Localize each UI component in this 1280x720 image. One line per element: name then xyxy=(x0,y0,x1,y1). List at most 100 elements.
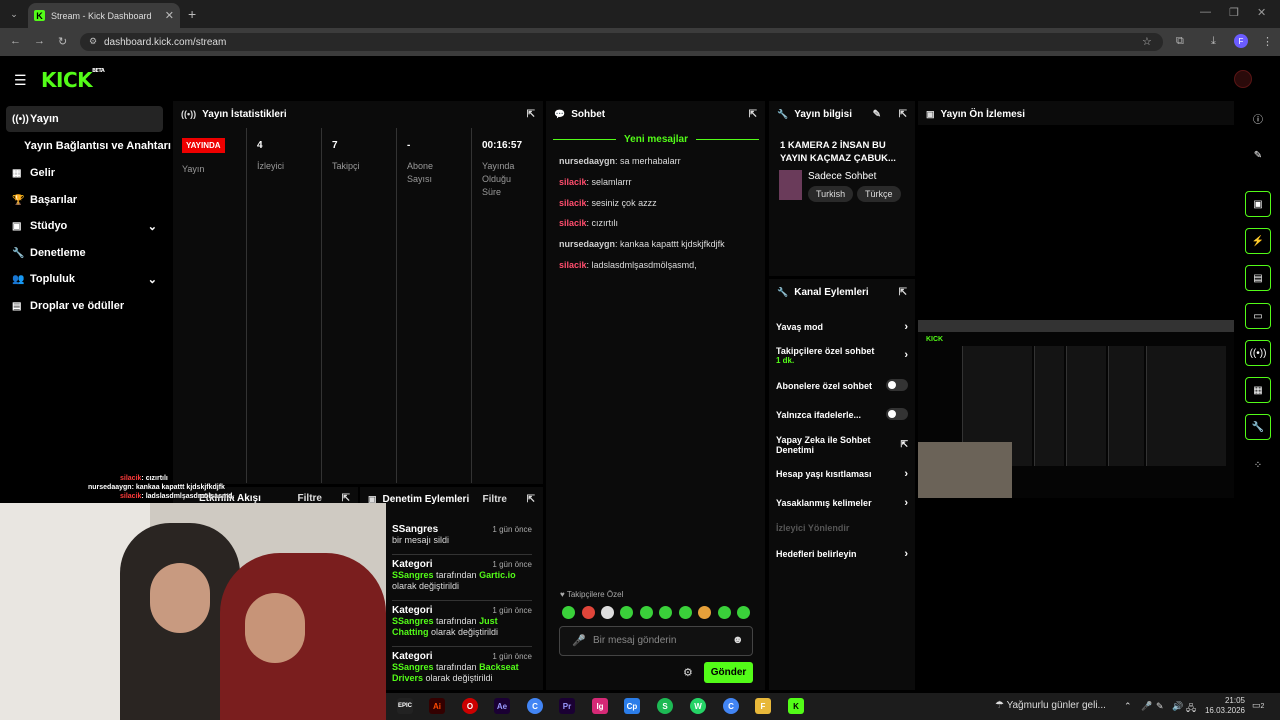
user-avatar[interactable] xyxy=(1234,70,1252,88)
layout-icon[interactable]: ▦ xyxy=(1245,377,1271,403)
activity-filter-button[interactable]: Filtre xyxy=(298,493,322,504)
chat-bubble-icon[interactable]: ▭ xyxy=(1245,303,1271,329)
after-effects-icon[interactable]: Ae xyxy=(494,698,510,714)
emote-icon[interactable] xyxy=(737,606,750,619)
emote-icon[interactable] xyxy=(640,606,653,619)
edit-pencil-icon[interactable]: ✎ xyxy=(1245,142,1271,168)
minimize-icon[interactable]: — xyxy=(1200,6,1211,18)
forward-icon[interactable]: → xyxy=(34,35,45,47)
action-banned-words[interactable]: Yasaklanmış kelimeler › xyxy=(776,498,908,509)
emote-icon[interactable] xyxy=(718,606,731,619)
wrench-icon[interactable]: 🔧 xyxy=(1245,414,1271,440)
stream-preview-video[interactable]: KICK xyxy=(918,320,1234,498)
sidebar-item-topluluk[interactable]: 👥 Topluluk ⌄ xyxy=(6,266,163,292)
reload-icon[interactable]: ↻ xyxy=(58,35,67,48)
browser-menu-icon[interactable]: ⋮ xyxy=(1262,35,1273,48)
tab-search-icon[interactable]: ⌄ xyxy=(6,6,22,22)
notes-icon[interactable]: ▤ xyxy=(1245,265,1271,291)
window-close-icon[interactable]: ✕ xyxy=(1257,6,1266,19)
action-followers-only[interactable]: Takipçilere özel sohbet 1 dk. › xyxy=(776,346,908,366)
live-label: Yayın xyxy=(182,164,205,174)
mic-tray-icon[interactable]: 🎤 xyxy=(1141,701,1152,712)
volume-icon[interactable]: 🔊 xyxy=(1172,701,1183,712)
popout-icon[interactable]: ⇱ xyxy=(527,109,535,120)
popout-icon[interactable]: ⇱ xyxy=(749,109,757,120)
emote-icon[interactable] xyxy=(562,606,575,619)
sidebar-item-gelir[interactable]: ▦ Gelir xyxy=(6,160,163,186)
chat-settings-gear-icon[interactable]: ⚙ xyxy=(683,666,693,679)
weather-widget[interactable]: ☂ Yağmurlu günler geli... xyxy=(995,700,1106,711)
notification-icon[interactable]: ▭2 xyxy=(1252,700,1264,711)
emote-icon[interactable] xyxy=(659,606,672,619)
opera-icon[interactable]: O xyxy=(462,698,478,714)
action-account-age[interactable]: Hesap yaşı kısıtlaması › xyxy=(776,469,908,480)
popout-icon[interactable]: ⇱ xyxy=(899,109,907,120)
browser-tab[interactable]: K Stream - Kick Dashboard ✕ xyxy=(28,3,180,28)
sidebar-item-yayin[interactable]: ((•)) Yayın xyxy=(6,106,163,132)
sidebar-item-studyo[interactable]: ▣ Stüdyo ⌄ xyxy=(6,213,163,239)
chat-message: nursedaaygn: kankaa kapattt kjdskjfkdjfk xyxy=(559,239,725,249)
pen-tray-icon[interactable]: ✎ xyxy=(1156,701,1164,712)
tag-turkish[interactable]: Turkish xyxy=(808,186,854,202)
chat-message: silacik: cızırtılı xyxy=(559,218,619,228)
emote-icon[interactable] xyxy=(620,606,633,619)
action-subscribers-only[interactable]: Abonelere özel sohbet xyxy=(776,379,908,391)
chrome-icon[interactable]: C xyxy=(527,698,543,714)
send-button[interactable]: Gönder xyxy=(704,662,753,683)
profile-avatar[interactable]: F xyxy=(1234,34,1248,48)
popout-icon[interactable]: ⇱ xyxy=(342,493,350,504)
lightning-icon[interactable]: ⚡ xyxy=(1245,228,1271,254)
back-icon[interactable]: ← xyxy=(10,35,21,47)
edit-pencil-icon[interactable]: ✎ xyxy=(873,109,881,120)
popout-icon[interactable]: ⇱ xyxy=(899,287,907,298)
action-goals[interactable]: Hedefleri belirleyin › xyxy=(776,548,908,560)
popout-icon[interactable]: ⇱ xyxy=(527,494,535,505)
tab-close-icon[interactable]: ✕ xyxy=(165,9,174,22)
clip-icon[interactable]: ▣ xyxy=(1245,191,1271,217)
extensions-icon[interactable]: ⧉ xyxy=(1176,35,1184,48)
download-icon[interactable]: ⤓ xyxy=(1211,35,1216,48)
chat-message: silacik: selamlarrr xyxy=(559,177,632,187)
copilot-icon[interactable]: Cp xyxy=(624,698,640,714)
tray-chevron-icon[interactable]: ⌃ xyxy=(1124,701,1132,712)
emote-icon[interactable] xyxy=(601,606,614,619)
emote-icon[interactable] xyxy=(582,606,595,619)
epic-games-icon[interactable]: EPIC xyxy=(397,698,413,714)
microphone-icon[interactable]: 🎤 xyxy=(572,634,586,647)
kick-app-icon[interactable]: K xyxy=(788,698,804,714)
premiere-icon[interactable]: Pr xyxy=(559,698,575,714)
tag-turkce[interactable]: Türkçe xyxy=(857,186,901,202)
whatsapp-icon[interactable]: W xyxy=(690,698,706,714)
bookmark-star-icon[interactable]: ☆ xyxy=(1142,35,1152,48)
clock[interactable]: 21:05 16.03.2026 xyxy=(1197,696,1245,716)
action-slow-mode[interactable]: Yavaş mod › xyxy=(776,322,908,333)
kick-logo[interactable]: KICKBETA xyxy=(41,68,105,92)
network-icon[interactable]: 🖧 xyxy=(1186,701,1196,717)
info-icon[interactable]: ⓘ xyxy=(1245,105,1271,131)
file-explorer-icon[interactable]: F xyxy=(755,698,771,714)
instagram-icon[interactable]: Ig xyxy=(592,698,608,714)
broadcast-icon[interactable]: ((•)) xyxy=(1245,340,1271,366)
sidebar-item-stream-key[interactable]: Yayın Bağlantısı ve Anahtarı xyxy=(6,133,174,159)
more-options-icon[interactable]: ⁘ xyxy=(1245,452,1271,478)
action-ai-moderation[interactable]: Yapay Zeka ile Sohbet Denetimi ⇱ xyxy=(776,435,908,455)
hamburger-menu-icon[interactable]: ☰ xyxy=(14,72,27,89)
sidebar-item-droplar[interactable]: ▤ Droplar ve ödüller xyxy=(6,293,163,319)
emoji-picker-icon[interactable]: ☻ xyxy=(732,634,744,646)
sidebar-item-denetleme[interactable]: 🔧 Denetleme xyxy=(6,240,163,266)
chevron-right-icon: › xyxy=(904,548,908,560)
new-messages-divider[interactable]: Yeni mesajlar xyxy=(553,134,759,145)
url-field[interactable]: dashboard.kick.com/stream xyxy=(80,33,1163,51)
mod-filter-button[interactable]: Filtre xyxy=(483,494,507,505)
emote-icon[interactable] xyxy=(679,606,692,619)
emote-icon[interactable] xyxy=(698,606,711,619)
chrome-icon[interactable]: C xyxy=(723,698,739,714)
spotify-icon[interactable]: S xyxy=(657,698,673,714)
sidebar-item-basarilar[interactable]: 🏆 Başarılar xyxy=(6,187,163,213)
app-header xyxy=(0,56,1280,100)
action-emotes-only[interactable]: Yalnızca ifadelerle... xyxy=(776,408,908,420)
site-info-icon[interactable]: ⚙ xyxy=(89,36,97,47)
restore-icon[interactable]: ❐ xyxy=(1229,6,1239,19)
illustrator-icon[interactable]: Ai xyxy=(429,698,445,714)
new-tab-button[interactable]: + xyxy=(188,6,196,22)
